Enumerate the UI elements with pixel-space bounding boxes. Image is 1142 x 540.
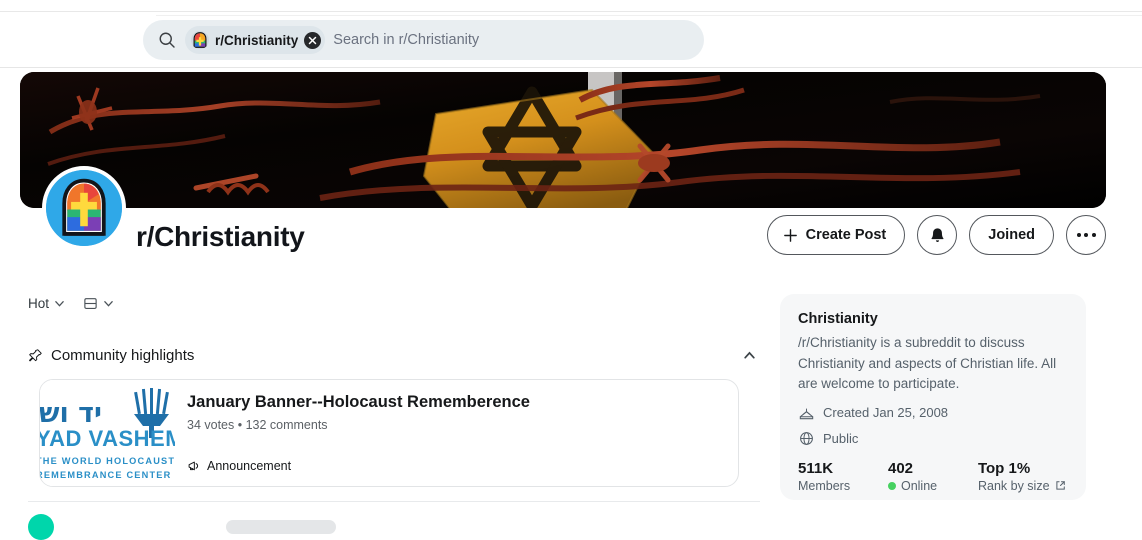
community-banner	[20, 72, 1106, 208]
community-highlights-header: Community highlights	[28, 343, 760, 367]
online-label-wrap: Online	[887, 478, 978, 493]
create-post-button[interactable]: Create Post	[766, 215, 906, 255]
banner-image	[20, 72, 1106, 208]
megaphone-icon	[188, 461, 199, 471]
stat-online: 402 Online	[887, 459, 978, 493]
chevron-down-icon	[55, 300, 64, 307]
pin-icon	[29, 348, 42, 361]
sort-label: Hot	[28, 295, 50, 311]
highlight-post-card[interactable]: יד ושם YAD VASHEM THE WORLD HOLOCAUST RE…	[39, 379, 739, 487]
sort-bar: Hot	[28, 288, 760, 318]
visibility-label: Public	[823, 430, 859, 446]
rank-label: Rank by size	[977, 478, 1050, 493]
collapse-highlights-button[interactable]	[738, 344, 760, 366]
more-options-button[interactable]	[1066, 215, 1106, 255]
rank-value: Top 1%	[977, 459, 1031, 477]
visibility-row: Public	[798, 430, 1068, 447]
search-input[interactable]: Search in r/Christianity	[333, 32, 479, 48]
chip-label: r/Christianity	[215, 32, 299, 48]
chip-subreddit-icon	[191, 31, 209, 49]
stat-members: 511K Members	[798, 460, 888, 493]
stat-rank[interactable]: Top 1% Rank by size	[978, 460, 1068, 493]
highlight-title: January Banner--Holocaust Rememberence	[187, 393, 530, 411]
created-label: Created Jan 25, 2008	[823, 404, 949, 420]
external-link-icon	[1055, 481, 1065, 491]
community-stats: 511K Members 402 Online Top 1% Rank by s…	[798, 460, 1068, 493]
online-status-dot	[887, 481, 896, 490]
browser-chrome	[0, 0, 1142, 16]
card-view-icon	[84, 297, 97, 309]
post-placeholder-bar	[226, 520, 336, 534]
members-count: 511K	[798, 459, 834, 477]
notifications-button[interactable]	[917, 215, 958, 255]
community-highlights-title: Community highlights	[51, 346, 195, 364]
joined-label: Joined	[988, 227, 1035, 243]
sort-dropdown[interactable]: Hot	[28, 296, 65, 311]
feed-divider	[28, 501, 760, 502]
avatar	[28, 514, 54, 540]
svg-text:THE WORLD HOLOCAUST: THE WORLD HOLOCAUST	[40, 456, 175, 466]
cake-icon	[799, 408, 814, 420]
svg-text:REMEMBRANCE CENTER: REMEMBRANCE CENTER	[40, 470, 171, 480]
highlight-tag: Announcement	[187, 459, 724, 473]
more-dots-icon	[1076, 233, 1096, 237]
created-row: Created Jan 25, 2008	[798, 404, 1068, 421]
sidebar-title: Christianity	[798, 311, 878, 327]
members-label: Members	[798, 478, 851, 493]
chrome-divider-top	[0, 11, 1142, 12]
joined-button[interactable]: Joined	[969, 215, 1054, 255]
page-title: r/Christianity	[136, 221, 305, 252]
stained-glass-cross-icon	[46, 170, 122, 246]
search-bar[interactable]: r/Christianity Search in r/Christianity	[143, 20, 704, 60]
feed-column: Hot Community highlights יד וש YAD VASHE…	[28, 288, 760, 540]
community-actions: Create Post Joined	[766, 215, 1106, 255]
view-layout-dropdown[interactable]	[83, 296, 114, 311]
search-icon	[159, 32, 175, 48]
highlight-thumbnail: יד ושם YAD VASHEM THE WORLD HOLOCAUST RE…	[40, 380, 175, 486]
globe-icon	[800, 432, 813, 445]
close-icon[interactable]	[304, 31, 322, 49]
highlight-meta: 34 votes • 132 comments	[187, 417, 328, 432]
yad-vashem-logo: יד ושם YAD VASHEM THE WORLD HOLOCAUST RE…	[40, 380, 175, 486]
community-avatar	[42, 166, 126, 250]
create-post-label: Create Post	[805, 227, 887, 243]
bell-icon	[931, 227, 944, 242]
community-info-panel: Christianity /r/Christianity is a subred…	[780, 294, 1086, 500]
online-label: Online	[900, 478, 938, 493]
chevron-down-icon	[104, 300, 113, 307]
sidebar-description: /r/Christianity is a subreddit to discus…	[798, 335, 1057, 392]
chevron-up-icon	[743, 351, 755, 359]
online-count: 402	[887, 459, 914, 477]
site-header: r/Christianity Search in r/Christianity	[0, 16, 1142, 68]
plus-icon	[783, 228, 797, 242]
highlight-body: January Banner--Holocaust Rememberence 3…	[175, 380, 738, 486]
svg-text:יד ושם: יד ושם	[40, 398, 102, 429]
highlight-tag-label: Announcement	[207, 459, 292, 473]
next-post-preview[interactable]	[28, 514, 760, 540]
search-subreddit-chip[interactable]: r/Christianity	[185, 26, 326, 54]
svg-text:YAD VASHEM: YAD VASHEM	[40, 426, 175, 451]
rank-label-wrap: Rank by size	[978, 479, 1068, 493]
